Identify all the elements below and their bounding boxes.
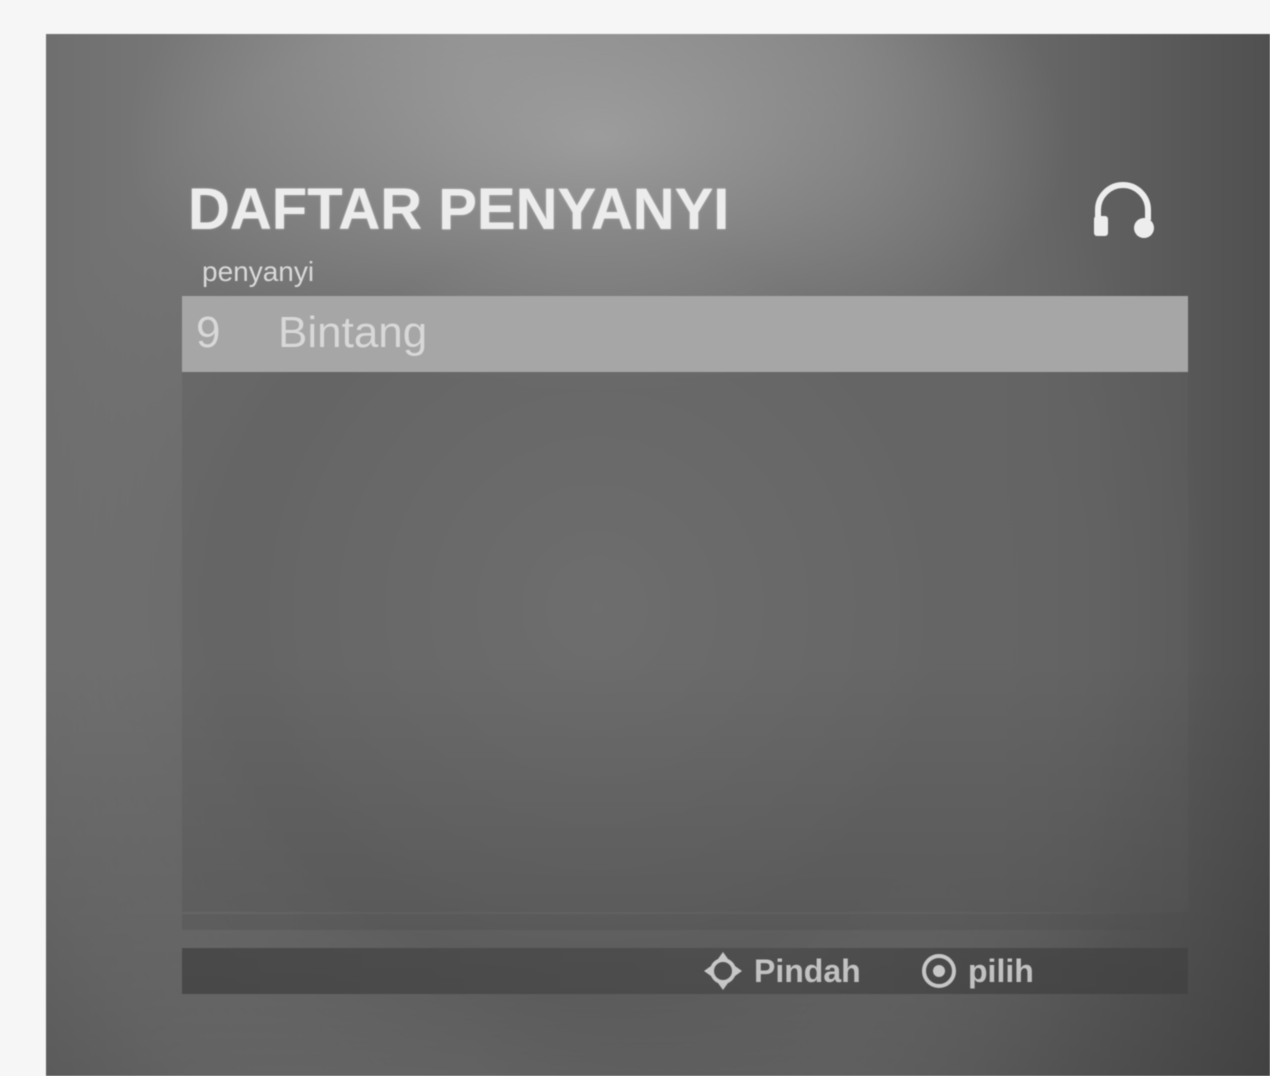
list-item-name: Bintang (278, 308, 428, 357)
select-hint: pilih (920, 948, 1034, 994)
list-bottom-strip (182, 914, 1188, 930)
singer-list: 9 Bintang (182, 296, 1188, 912)
move-hint: Pindah (702, 948, 861, 994)
dpad-icon (704, 952, 742, 990)
list-item-selected[interactable]: 9 Bintang (182, 296, 1188, 372)
headphone-icon (1088, 176, 1158, 242)
karaoke-screen: DAFTAR PENYANYI penyanyi 9 Bintang Pinda… (46, 34, 1270, 1076)
column-header-singer: penyanyi (202, 256, 315, 287)
select-hint-label: pilih (968, 952, 1034, 989)
move-hint-label: Pindah (754, 952, 861, 989)
footer-hint-bar: Pindah pilih (182, 948, 1188, 994)
list-item-number: 9 (196, 308, 221, 357)
enter-button-icon (922, 954, 956, 988)
page-title: DAFTAR PENYANYI (188, 177, 730, 242)
